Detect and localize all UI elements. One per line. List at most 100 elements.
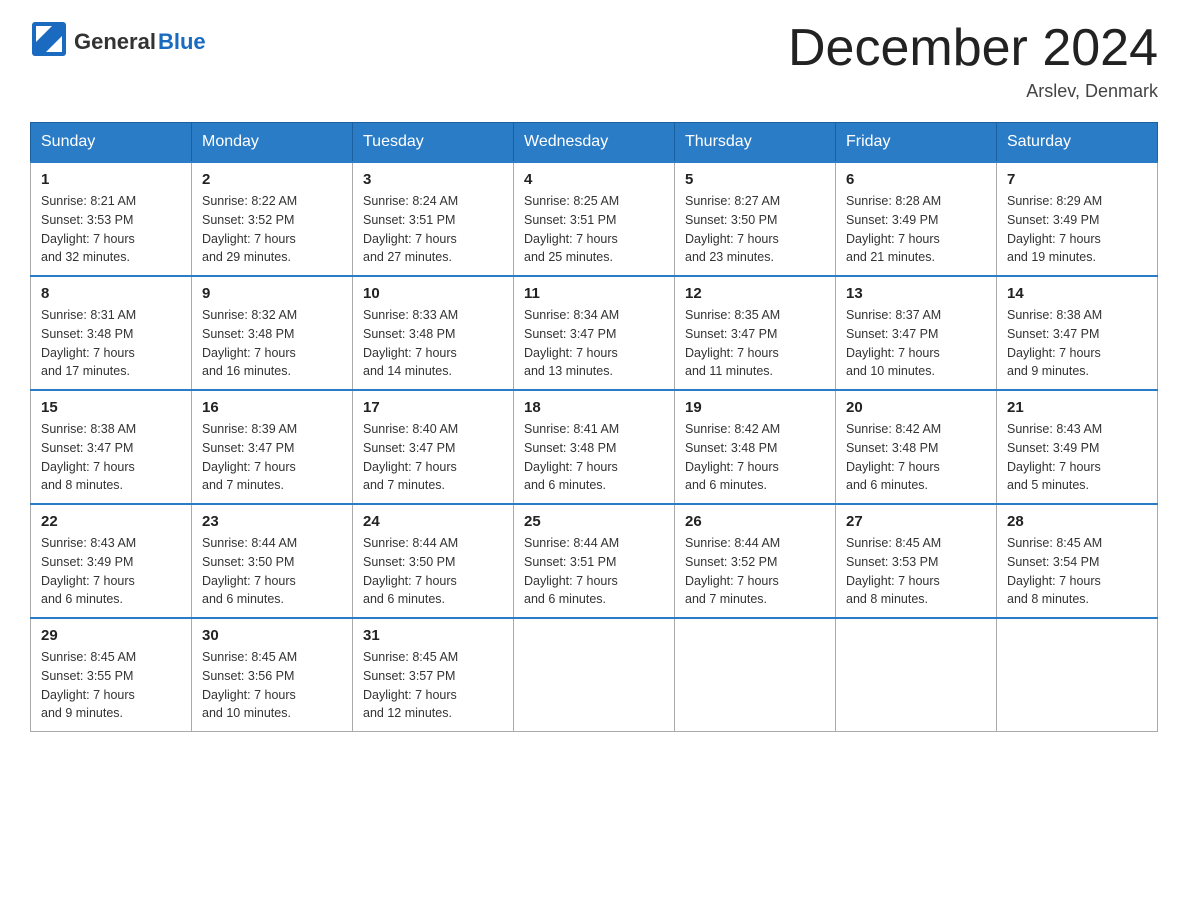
- day-number: 16: [202, 399, 342, 416]
- day-number: 4: [524, 171, 664, 188]
- day-info: Sunrise: 8:43 AM Sunset: 3:49 PM Dayligh…: [41, 534, 181, 609]
- day-info: Sunrise: 8:35 AM Sunset: 3:47 PM Dayligh…: [685, 306, 825, 381]
- location: Arslev, Denmark: [788, 81, 1158, 102]
- day-info: Sunrise: 8:22 AM Sunset: 3:52 PM Dayligh…: [202, 192, 342, 267]
- day-info: Sunrise: 8:40 AM Sunset: 3:47 PM Dayligh…: [363, 420, 503, 495]
- day-info: Sunrise: 8:25 AM Sunset: 3:51 PM Dayligh…: [524, 192, 664, 267]
- calendar-day-cell: 6 Sunrise: 8:28 AM Sunset: 3:49 PM Dayli…: [836, 162, 997, 276]
- calendar-day-cell: 24 Sunrise: 8:44 AM Sunset: 3:50 PM Dayl…: [353, 504, 514, 618]
- calendar-day-cell: 19 Sunrise: 8:42 AM Sunset: 3:48 PM Dayl…: [675, 390, 836, 504]
- calendar-week-row: 1 Sunrise: 8:21 AM Sunset: 3:53 PM Dayli…: [31, 162, 1158, 276]
- calendar-week-row: 22 Sunrise: 8:43 AM Sunset: 3:49 PM Dayl…: [31, 504, 1158, 618]
- calendar-day-cell: 11 Sunrise: 8:34 AM Sunset: 3:47 PM Dayl…: [514, 276, 675, 390]
- day-number: 5: [685, 171, 825, 188]
- day-number: 31: [363, 627, 503, 644]
- day-number: 21: [1007, 399, 1147, 416]
- calendar-day-cell: 26 Sunrise: 8:44 AM Sunset: 3:52 PM Dayl…: [675, 504, 836, 618]
- calendar-day-cell: 14 Sunrise: 8:38 AM Sunset: 3:47 PM Dayl…: [997, 276, 1158, 390]
- day-info: Sunrise: 8:31 AM Sunset: 3:48 PM Dayligh…: [41, 306, 181, 381]
- day-number: 1: [41, 171, 181, 188]
- day-info: Sunrise: 8:45 AM Sunset: 3:54 PM Dayligh…: [1007, 534, 1147, 609]
- day-info: Sunrise: 8:39 AM Sunset: 3:47 PM Dayligh…: [202, 420, 342, 495]
- calendar-day-cell: 12 Sunrise: 8:35 AM Sunset: 3:47 PM Dayl…: [675, 276, 836, 390]
- day-of-week-header: Friday: [836, 123, 997, 163]
- day-info: Sunrise: 8:37 AM Sunset: 3:47 PM Dayligh…: [846, 306, 986, 381]
- day-number: 8: [41, 285, 181, 302]
- day-number: 12: [685, 285, 825, 302]
- calendar-day-cell: 30 Sunrise: 8:45 AM Sunset: 3:56 PM Dayl…: [192, 618, 353, 732]
- calendar-day-cell: 31 Sunrise: 8:45 AM Sunset: 3:57 PM Dayl…: [353, 618, 514, 732]
- day-info: Sunrise: 8:44 AM Sunset: 3:52 PM Dayligh…: [685, 534, 825, 609]
- day-info: Sunrise: 8:44 AM Sunset: 3:50 PM Dayligh…: [202, 534, 342, 609]
- calendar-day-cell: 20 Sunrise: 8:42 AM Sunset: 3:48 PM Dayl…: [836, 390, 997, 504]
- day-number: 11: [524, 285, 664, 302]
- month-title: December 2024: [788, 20, 1158, 77]
- day-of-week-header: Tuesday: [353, 123, 514, 163]
- logo-general-text: General: [74, 29, 156, 55]
- day-number: 9: [202, 285, 342, 302]
- day-number: 30: [202, 627, 342, 644]
- day-number: 19: [685, 399, 825, 416]
- calendar-day-cell: 10 Sunrise: 8:33 AM Sunset: 3:48 PM Dayl…: [353, 276, 514, 390]
- day-info: Sunrise: 8:33 AM Sunset: 3:48 PM Dayligh…: [363, 306, 503, 381]
- day-of-week-header: Sunday: [31, 123, 192, 163]
- day-number: 10: [363, 285, 503, 302]
- logo-icon: [30, 20, 68, 63]
- day-number: 18: [524, 399, 664, 416]
- day-number: 13: [846, 285, 986, 302]
- day-info: Sunrise: 8:38 AM Sunset: 3:47 PM Dayligh…: [1007, 306, 1147, 381]
- day-number: 23: [202, 513, 342, 530]
- calendar-day-cell: 25 Sunrise: 8:44 AM Sunset: 3:51 PM Dayl…: [514, 504, 675, 618]
- day-info: Sunrise: 8:45 AM Sunset: 3:56 PM Dayligh…: [202, 648, 342, 723]
- day-info: Sunrise: 8:42 AM Sunset: 3:48 PM Dayligh…: [685, 420, 825, 495]
- calendar-table: SundayMondayTuesdayWednesdayThursdayFrid…: [30, 122, 1158, 732]
- day-of-week-header: Wednesday: [514, 123, 675, 163]
- day-info: Sunrise: 8:34 AM Sunset: 3:47 PM Dayligh…: [524, 306, 664, 381]
- day-info: Sunrise: 8:24 AM Sunset: 3:51 PM Dayligh…: [363, 192, 503, 267]
- calendar-day-cell: 5 Sunrise: 8:27 AM Sunset: 3:50 PM Dayli…: [675, 162, 836, 276]
- calendar-day-cell: 29 Sunrise: 8:45 AM Sunset: 3:55 PM Dayl…: [31, 618, 192, 732]
- calendar-day-cell: 27 Sunrise: 8:45 AM Sunset: 3:53 PM Dayl…: [836, 504, 997, 618]
- calendar-day-cell: 22 Sunrise: 8:43 AM Sunset: 3:49 PM Dayl…: [31, 504, 192, 618]
- calendar-header-row: SundayMondayTuesdayWednesdayThursdayFrid…: [31, 123, 1158, 163]
- calendar-day-cell: 9 Sunrise: 8:32 AM Sunset: 3:48 PM Dayli…: [192, 276, 353, 390]
- day-of-week-header: Monday: [192, 123, 353, 163]
- day-number: 20: [846, 399, 986, 416]
- day-info: Sunrise: 8:29 AM Sunset: 3:49 PM Dayligh…: [1007, 192, 1147, 267]
- day-info: Sunrise: 8:45 AM Sunset: 3:55 PM Dayligh…: [41, 648, 181, 723]
- calendar-day-cell: 21 Sunrise: 8:43 AM Sunset: 3:49 PM Dayl…: [997, 390, 1158, 504]
- calendar-day-cell: [836, 618, 997, 732]
- day-number: 2: [202, 171, 342, 188]
- day-number: 14: [1007, 285, 1147, 302]
- day-info: Sunrise: 8:21 AM Sunset: 3:53 PM Dayligh…: [41, 192, 181, 267]
- calendar-week-row: 8 Sunrise: 8:31 AM Sunset: 3:48 PM Dayli…: [31, 276, 1158, 390]
- calendar-day-cell: 8 Sunrise: 8:31 AM Sunset: 3:48 PM Dayli…: [31, 276, 192, 390]
- calendar-day-cell: 7 Sunrise: 8:29 AM Sunset: 3:49 PM Dayli…: [997, 162, 1158, 276]
- title-section: December 2024 Arslev, Denmark: [788, 20, 1158, 102]
- calendar-week-row: 29 Sunrise: 8:45 AM Sunset: 3:55 PM Dayl…: [31, 618, 1158, 732]
- calendar-day-cell: 13 Sunrise: 8:37 AM Sunset: 3:47 PM Dayl…: [836, 276, 997, 390]
- calendar-day-cell: 3 Sunrise: 8:24 AM Sunset: 3:51 PM Dayli…: [353, 162, 514, 276]
- calendar-day-cell: 16 Sunrise: 8:39 AM Sunset: 3:47 PM Dayl…: [192, 390, 353, 504]
- calendar-day-cell: [675, 618, 836, 732]
- day-number: 7: [1007, 171, 1147, 188]
- calendar-day-cell: 18 Sunrise: 8:41 AM Sunset: 3:48 PM Dayl…: [514, 390, 675, 504]
- logo-blue-text: Blue: [158, 29, 206, 55]
- calendar-day-cell: 2 Sunrise: 8:22 AM Sunset: 3:52 PM Dayli…: [192, 162, 353, 276]
- day-info: Sunrise: 8:27 AM Sunset: 3:50 PM Dayligh…: [685, 192, 825, 267]
- calendar-day-cell: [997, 618, 1158, 732]
- day-info: Sunrise: 8:38 AM Sunset: 3:47 PM Dayligh…: [41, 420, 181, 495]
- day-info: Sunrise: 8:28 AM Sunset: 3:49 PM Dayligh…: [846, 192, 986, 267]
- day-of-week-header: Thursday: [675, 123, 836, 163]
- day-info: Sunrise: 8:45 AM Sunset: 3:57 PM Dayligh…: [363, 648, 503, 723]
- day-info: Sunrise: 8:43 AM Sunset: 3:49 PM Dayligh…: [1007, 420, 1147, 495]
- day-info: Sunrise: 8:44 AM Sunset: 3:50 PM Dayligh…: [363, 534, 503, 609]
- day-of-week-header: Saturday: [997, 123, 1158, 163]
- calendar-day-cell: 1 Sunrise: 8:21 AM Sunset: 3:53 PM Dayli…: [31, 162, 192, 276]
- day-number: 29: [41, 627, 181, 644]
- day-number: 28: [1007, 513, 1147, 530]
- day-info: Sunrise: 8:42 AM Sunset: 3:48 PM Dayligh…: [846, 420, 986, 495]
- logo: General Blue: [30, 20, 206, 63]
- calendar-day-cell: 28 Sunrise: 8:45 AM Sunset: 3:54 PM Dayl…: [997, 504, 1158, 618]
- calendar-day-cell: 4 Sunrise: 8:25 AM Sunset: 3:51 PM Dayli…: [514, 162, 675, 276]
